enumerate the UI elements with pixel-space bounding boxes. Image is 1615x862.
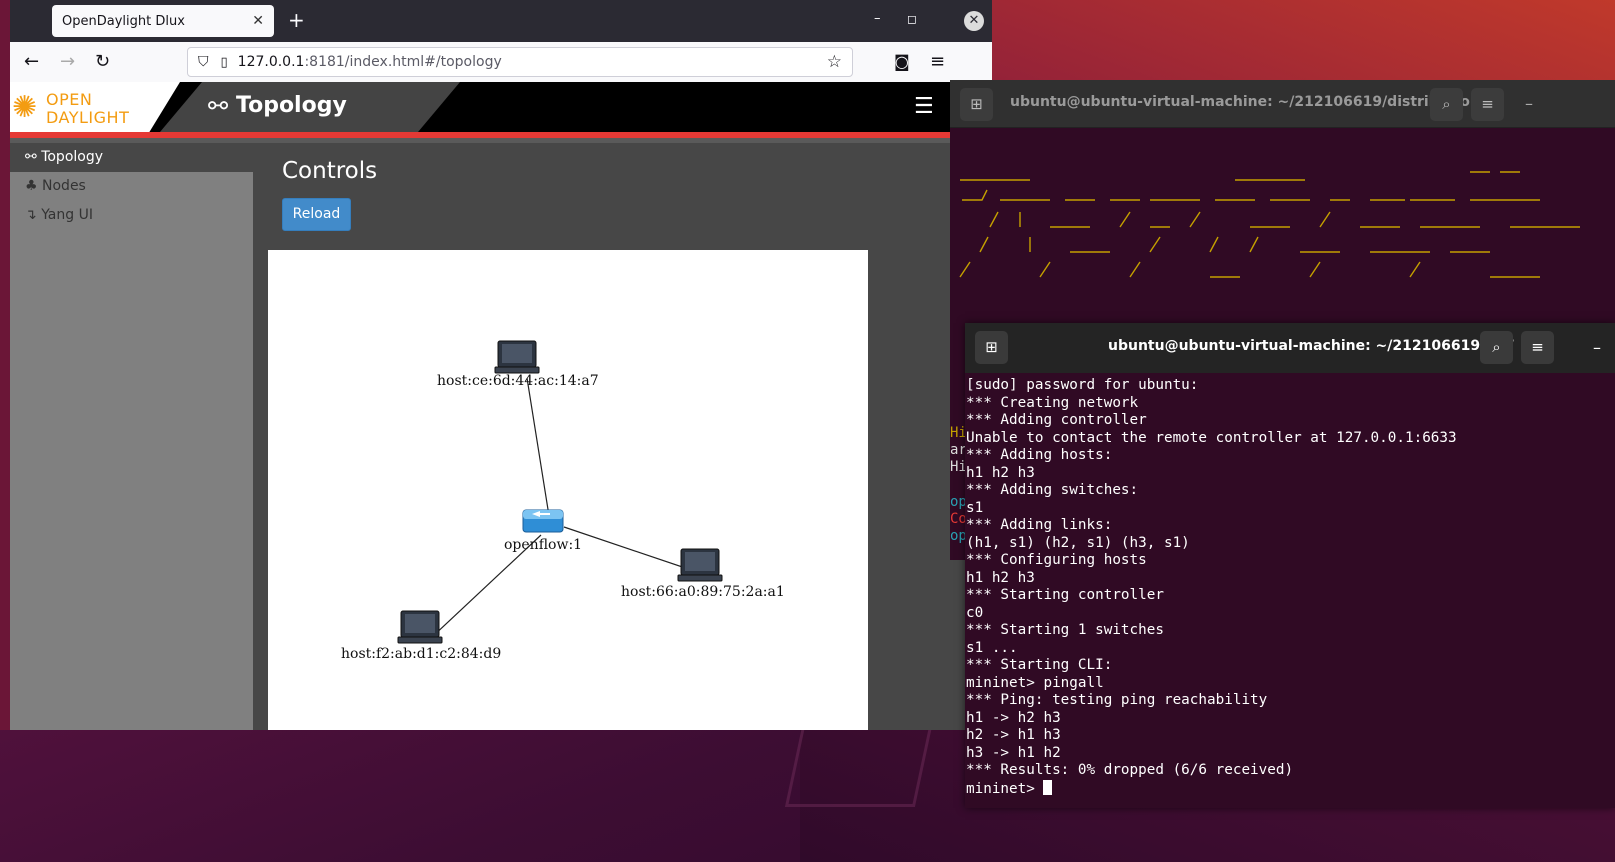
sidebar-item-nodes[interactable]: ♣ Nodes: [10, 172, 253, 201]
terminal-line: *** Adding controller: [966, 412, 1147, 428]
search-icon[interactable]: ⌕: [1480, 331, 1513, 364]
controls-heading: Controls: [282, 158, 378, 184]
terminal-titlebar: ⊞ ubuntu@ubuntu-virtual-machine: ~/21210…: [965, 323, 1615, 373]
minimize-icon[interactable]: –: [1593, 338, 1601, 357]
terminal-line: *** Ping: testing ping reachability: [966, 692, 1268, 708]
tab-bar: OpenDaylight Dlux ✕ + – ◻ ✕: [10, 0, 992, 42]
reload-page-icon[interactable]: ↻: [95, 51, 110, 72]
sidebar: ⚯ Topology ♣ Nodes ↴ Yang UI: [10, 143, 253, 730]
node-label-openflow: openflow:1: [504, 537, 583, 553]
terminal-line: *** Adding links:: [966, 517, 1113, 533]
terminal-line: *** Creating network: [966, 394, 1139, 411]
desktop-wallpaper-edge: [0, 0, 10, 730]
sidebar-item-topology[interactable]: ⚯ Topology: [10, 143, 253, 172]
terminal-prompt-text: mininet>: [966, 780, 1044, 797]
search-icon[interactable]: ⌕: [1430, 88, 1463, 121]
terminal-window-front[interactable]: ⊞ ubuntu@ubuntu-virtual-machine: ~/21210…: [965, 323, 1615, 808]
window-close-icon[interactable]: ✕: [964, 11, 984, 31]
host-icon[interactable]: [677, 548, 723, 582]
page-title: Topology: [236, 93, 347, 118]
karaf-ascii-banner: [950, 162, 1615, 328]
terminal-line: *** Configuring hosts: [966, 552, 1147, 568]
node-label-host-66: host:66:a0:89:75:2a:a1: [621, 584, 785, 600]
terminal-output[interactable]: [sudo] password for ubuntu: *** Creating …: [965, 373, 1615, 798]
sitemap-icon: ♣: [25, 178, 38, 194]
maximize-icon[interactable]: ◻: [907, 12, 917, 26]
host-icon[interactable]: [494, 340, 540, 374]
logo-text-daylight: DAYLIGHT: [46, 108, 130, 127]
menu-icon[interactable]: ≡: [930, 51, 945, 72]
new-tab-icon[interactable]: ⊞: [960, 88, 993, 121]
terminal-line: h1 -> h2 h3: [966, 709, 1061, 726]
node-label-host-ce: host:ce:6d:44:ac:14:a7: [437, 373, 599, 389]
sidebar-item-yang-ui[interactable]: ↴ Yang UI: [10, 201, 253, 230]
terminal-line: *** Starting 1 switches: [966, 622, 1164, 638]
app-header: ✺ OPEN DAYLIGHT ⚯ Topology ☰: [10, 82, 992, 132]
terminal-line: *** Adding hosts:: [966, 447, 1113, 463]
sidebar-item-label: Nodes: [42, 178, 86, 194]
link-icon: ⚯: [25, 149, 37, 165]
new-tab-icon[interactable]: ⊞: [975, 331, 1008, 364]
url-path: :8181/index.html#/topology: [304, 54, 502, 70]
switch-icon[interactable]: [522, 509, 564, 533]
main-content: Controls Reload host:ce:6d:44:ac:14:a7 o…: [253, 143, 992, 730]
sidebar-item-label: Yang UI: [41, 207, 93, 223]
menu-icon[interactable]: ≡: [1521, 331, 1554, 364]
terminal-line: h2 -> h1 h3: [966, 727, 1061, 743]
terminal-line: s1: [966, 499, 984, 516]
new-tab-icon[interactable]: +: [288, 8, 305, 32]
terminal-cursor: [1043, 779, 1053, 795]
terminal-line: mininet> pingall: [966, 674, 1104, 691]
terminal-line: h1 h2 h3: [966, 464, 1035, 481]
minimize-icon[interactable]: –: [874, 11, 881, 26]
back-arrow-icon[interactable]: ←: [24, 51, 39, 72]
sidebar-item-label: Topology: [41, 149, 104, 165]
hamburger-icon[interactable]: ☰: [914, 94, 934, 119]
terminal-title: ubuntu@ubuntu-virtual-machine: ~/2121066…: [1010, 94, 1502, 110]
bookmark-star-icon[interactable]: ☆: [827, 52, 842, 72]
minimize-icon[interactable]: –: [1525, 94, 1533, 113]
terminal-line: s1 ...: [966, 639, 1018, 656]
terminal-line: *** Results: 0% dropped (6/6 received): [966, 762, 1294, 778]
logo-flower-icon: ✺: [12, 90, 38, 125]
page-info-icon[interactable]: ▯: [221, 55, 228, 70]
terminal-line: c0: [966, 604, 984, 621]
terminal-line: *** Starting controller: [966, 587, 1164, 603]
terminal-prompt[interactable]: mininet>: [966, 779, 1615, 799]
browser-window: OpenDaylight Dlux ✕ + – ◻ ✕ ← → ↻ ⛉ ▯ 12…: [10, 0, 992, 730]
node-label-host-f2: host:f2:ab:d1:c2:84:d9: [341, 646, 502, 662]
terminal-title: ubuntu@ubuntu-virtual-machine: ~/2121066…: [1108, 338, 1515, 354]
terminal-line: h3 -> h1 h2: [966, 744, 1061, 761]
shield-icon[interactable]: ⛉: [198, 54, 209, 70]
terminal-line: *** Adding switches:: [966, 482, 1139, 498]
pocket-icon[interactable]: ◙: [894, 52, 910, 71]
url-host: 127.0.0.1: [237, 54, 305, 70]
host-icon[interactable]: [397, 610, 443, 644]
logo-text-open: OPEN: [46, 90, 93, 109]
tab-close-icon[interactable]: ✕: [252, 13, 264, 29]
browser-tab[interactable]: OpenDaylight Dlux ✕: [52, 5, 274, 37]
level-down-icon: ↴: [25, 207, 37, 223]
terminal-line: [sudo] password for ubuntu:: [966, 377, 1199, 393]
menu-icon[interactable]: ≡: [1471, 88, 1504, 121]
reload-button[interactable]: Reload: [282, 198, 351, 231]
terminal-line: *** Starting CLI:: [966, 657, 1113, 673]
terminal-line: h1 h2 h3: [966, 569, 1035, 586]
ascii-art-graphic: [959, 171, 1580, 278]
terminal-line: Unable to contact the remote controller …: [966, 429, 1457, 446]
terminal-titlebar: ⊞ ubuntu@ubuntu-virtual-machine: ~/21210…: [950, 80, 1615, 128]
navigation-bar: ← → ↻ ⛉ ▯ 127.0.0.1:8181/index.html#/top…: [10, 42, 992, 82]
topology-canvas[interactable]: host:ce:6d:44:ac:14:a7 openflow:1 host:6…: [268, 250, 868, 730]
url-bar[interactable]: ⛉ ▯ 127.0.0.1:8181/index.html#/topology …: [187, 47, 853, 77]
opendaylight-logo[interactable]: ✺ OPEN DAYLIGHT: [10, 82, 180, 132]
terminal-line: (h1, s1) (h2, s1) (h3, s1): [966, 534, 1190, 551]
topology-icon: ⚯: [208, 92, 229, 120]
link-switch-host-top: [526, 377, 551, 523]
forward-arrow-icon[interactable]: →: [60, 51, 75, 72]
tab-title: OpenDaylight Dlux: [62, 13, 185, 29]
